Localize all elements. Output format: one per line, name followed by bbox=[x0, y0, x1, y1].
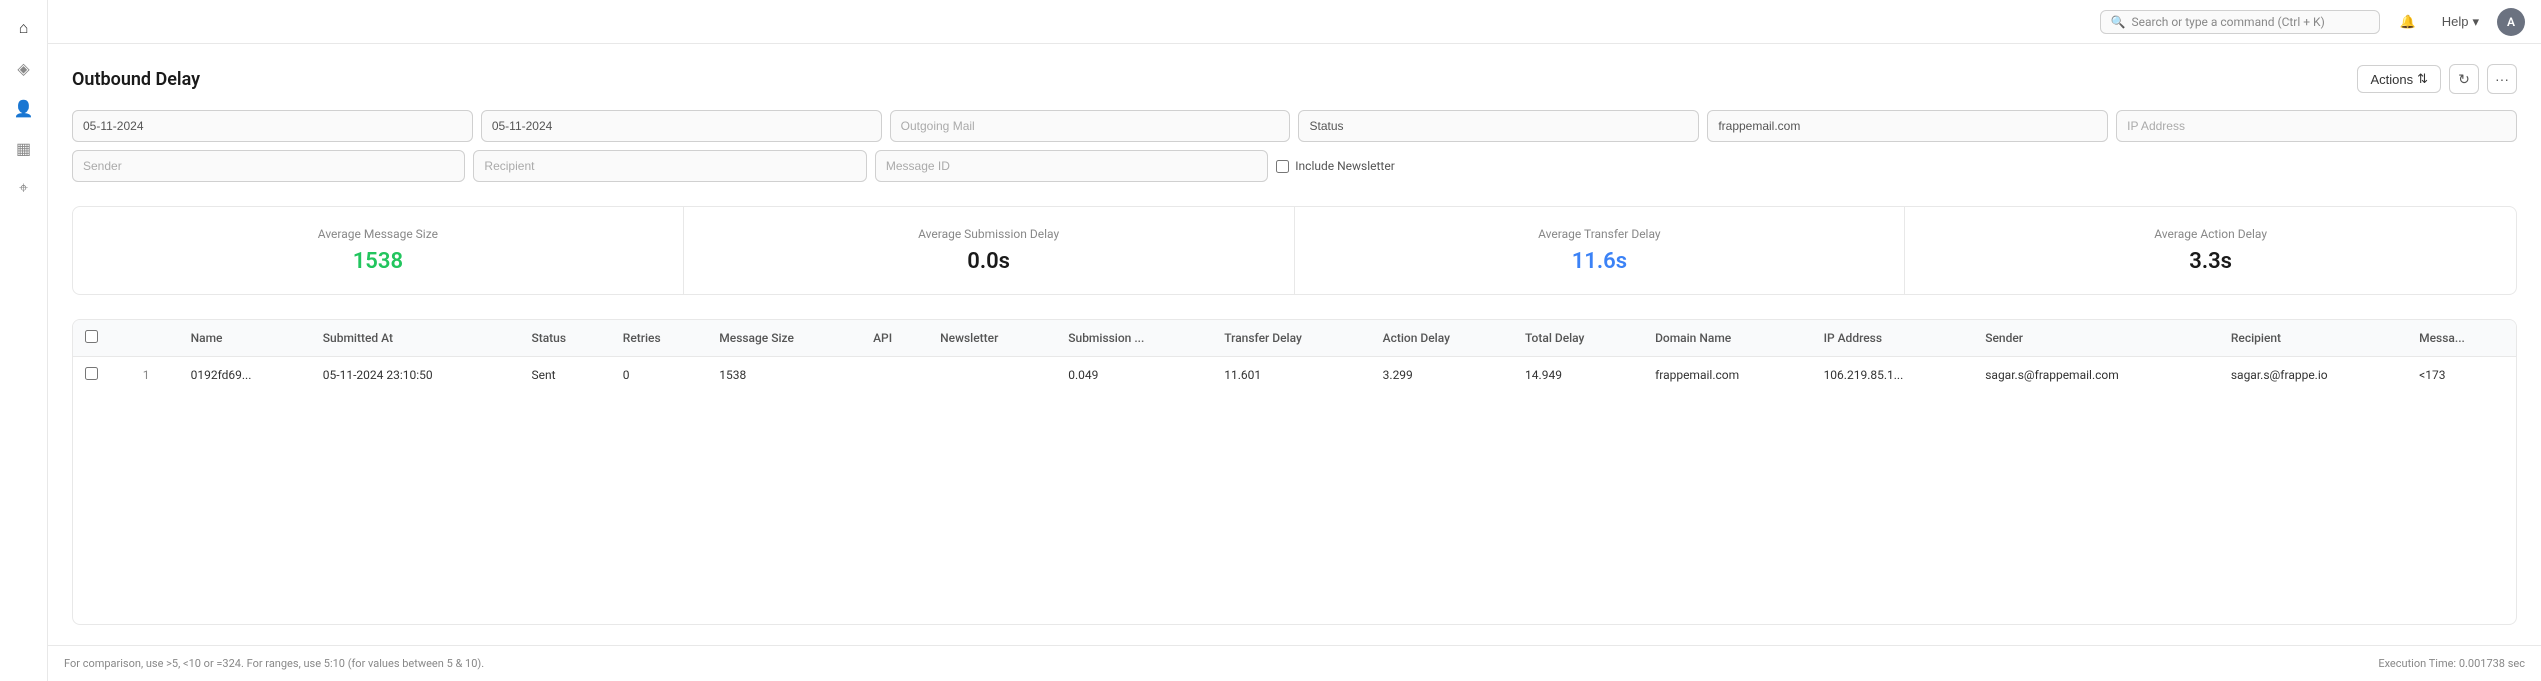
col-message-size[interactable]: Message Size bbox=[707, 320, 861, 357]
cell-retries: 0 bbox=[611, 357, 707, 394]
main-area: 🔍 Search or type a command (Ctrl + K) 🔔 … bbox=[48, 0, 2541, 681]
row-checkbox[interactable] bbox=[85, 367, 98, 380]
col-total-delay[interactable]: Total Delay bbox=[1513, 320, 1643, 357]
data-table-wrapper: Name Submitted At Status Retries Message… bbox=[72, 319, 2517, 625]
cell-submitted-at: 05-11-2024 23:10:50 bbox=[311, 357, 520, 394]
col-name[interactable]: Name bbox=[179, 320, 311, 357]
col-transfer-delay[interactable]: Transfer Delay bbox=[1212, 320, 1370, 357]
footer-help-text: For comparison, use >5, <10 or =324. For… bbox=[64, 657, 484, 670]
topbar-search-area: 🔍 Search or type a command (Ctrl + K) bbox=[64, 10, 2380, 34]
status-select[interactable]: Status bbox=[1298, 110, 1699, 142]
stat-value-action-delay: 3.3s bbox=[1925, 249, 2496, 274]
chevron-down-icon: ▾ bbox=[2472, 14, 2479, 30]
cell-sender: sagar.s@frappemail.com bbox=[1973, 357, 2219, 394]
domain-input[interactable] bbox=[1707, 110, 2108, 142]
actions-sort-icon: ⇅ bbox=[2417, 71, 2428, 87]
date-from-input[interactable] bbox=[72, 110, 473, 142]
page-title: Outbound Delay bbox=[72, 69, 200, 90]
cell-recipient: sagar.s@frappe.io bbox=[2219, 357, 2407, 394]
row-number: 1 bbox=[131, 357, 179, 394]
sidebar-home-icon[interactable]: ⌂ bbox=[8, 12, 40, 44]
sidebar-tag-icon[interactable]: ⌖ bbox=[8, 172, 40, 204]
col-sender[interactable]: Sender bbox=[1973, 320, 2219, 357]
cell-name: 0192fd69... bbox=[179, 357, 311, 394]
sender-input[interactable] bbox=[72, 150, 465, 182]
col-status[interactable]: Status bbox=[519, 320, 610, 357]
include-newsletter-checkbox[interactable] bbox=[1276, 160, 1289, 173]
sidebar: ⌂ ◈ 👤 ▦ ⌖ bbox=[0, 0, 48, 681]
col-ip-address[interactable]: IP Address bbox=[1812, 320, 1974, 357]
col-recipient[interactable]: Recipient bbox=[2219, 320, 2407, 357]
footer-execution-time: Execution Time: 0.001738 sec bbox=[2378, 657, 2525, 670]
stat-avg-message-size: Average Message Size 1538 bbox=[73, 207, 684, 294]
col-retries[interactable]: Retries bbox=[611, 320, 707, 357]
col-submitted-at[interactable]: Submitted At bbox=[311, 320, 520, 357]
table-header-row: Name Submitted At Status Retries Message… bbox=[73, 320, 2516, 357]
avatar[interactable]: A bbox=[2497, 8, 2525, 36]
filter-row-2: Include Newsletter bbox=[72, 150, 2517, 182]
cell-transfer-delay: 11.601 bbox=[1212, 357, 1370, 394]
search-placeholder: Search or type a command (Ctrl + K) bbox=[2131, 15, 2324, 29]
help-button[interactable]: Help ▾ bbox=[2434, 10, 2487, 34]
stat-value-message-size: 1538 bbox=[93, 249, 663, 274]
select-all-checkbox[interactable] bbox=[85, 330, 98, 343]
sidebar-calendar-icon[interactable]: ▦ bbox=[8, 132, 40, 164]
table-row: 1 0192fd69... 05-11-2024 23:10:50 Sent 0… bbox=[73, 357, 2516, 394]
footer: For comparison, use >5, <10 or =324. For… bbox=[48, 645, 2541, 681]
sidebar-users-icon[interactable]: 👤 bbox=[8, 92, 40, 124]
date-to-input[interactable] bbox=[481, 110, 882, 142]
page-content: Outbound Delay Actions ⇅ ↻ ··· Status bbox=[48, 44, 2541, 645]
include-newsletter-label[interactable]: Include Newsletter bbox=[1276, 159, 1395, 173]
stat-avg-submission-delay: Average Submission Delay 0.0s bbox=[684, 207, 1295, 294]
actions-button[interactable]: Actions ⇅ bbox=[2357, 65, 2441, 93]
cell-action-delay: 3.299 bbox=[1371, 357, 1513, 394]
stat-avg-action-delay: Average Action Delay 3.3s bbox=[1905, 207, 2516, 294]
cell-status: Sent bbox=[519, 357, 610, 394]
col-checkbox bbox=[73, 320, 131, 357]
cell-total-delay: 14.949 bbox=[1513, 357, 1643, 394]
cell-newsletter bbox=[928, 357, 1056, 394]
more-options-button[interactable]: ··· bbox=[2487, 64, 2517, 94]
topbar: 🔍 Search or type a command (Ctrl + K) 🔔 … bbox=[48, 0, 2541, 44]
page-header: Outbound Delay Actions ⇅ ↻ ··· bbox=[72, 64, 2517, 94]
stat-value-transfer-delay: 11.6s bbox=[1315, 249, 1885, 274]
cell-api bbox=[861, 357, 928, 394]
col-action-delay[interactable]: Action Delay bbox=[1371, 320, 1513, 357]
data-table: Name Submitted At Status Retries Message… bbox=[73, 320, 2516, 393]
refresh-button[interactable]: ↻ bbox=[2449, 64, 2479, 94]
col-message[interactable]: Messa... bbox=[2407, 320, 2516, 357]
filter-row-1: Status bbox=[72, 110, 2517, 142]
search-box[interactable]: 🔍 Search or type a command (Ctrl + K) bbox=[2100, 10, 2380, 34]
filters: Status Include Newsletter bbox=[72, 110, 2517, 182]
search-icon: 🔍 bbox=[2111, 15, 2126, 29]
stat-avg-transfer-delay: Average Transfer Delay 11.6s bbox=[1295, 207, 1906, 294]
header-actions: Actions ⇅ ↻ ··· bbox=[2357, 64, 2517, 94]
col-domain-name[interactable]: Domain Name bbox=[1643, 320, 1812, 357]
recipient-input[interactable] bbox=[473, 150, 866, 182]
stats-row: Average Message Size 1538 Average Submis… bbox=[72, 206, 2517, 295]
cell-message: <173 bbox=[2407, 357, 2516, 394]
notification-bell[interactable]: 🔔 bbox=[2392, 10, 2424, 34]
cell-ip-address: 106.219.85.1... bbox=[1812, 357, 1974, 394]
cell-submission-delay: 0.049 bbox=[1056, 357, 1212, 394]
col-row-num bbox=[131, 320, 179, 357]
topbar-actions: 🔔 Help ▾ A bbox=[2392, 8, 2525, 36]
col-newsletter[interactable]: Newsletter bbox=[928, 320, 1056, 357]
cell-domain-name: frappemail.com bbox=[1643, 357, 1812, 394]
cell-message-size: 1538 bbox=[707, 357, 861, 394]
col-api[interactable]: API bbox=[861, 320, 928, 357]
stat-value-submission-delay: 0.0s bbox=[704, 249, 1274, 274]
col-submission-delay[interactable]: Submission ... bbox=[1056, 320, 1212, 357]
message-id-input[interactable] bbox=[875, 150, 1268, 182]
mail-type-input[interactable] bbox=[890, 110, 1291, 142]
sidebar-chart-icon[interactable]: ◈ bbox=[8, 52, 40, 84]
ip-address-input[interactable] bbox=[2116, 110, 2517, 142]
